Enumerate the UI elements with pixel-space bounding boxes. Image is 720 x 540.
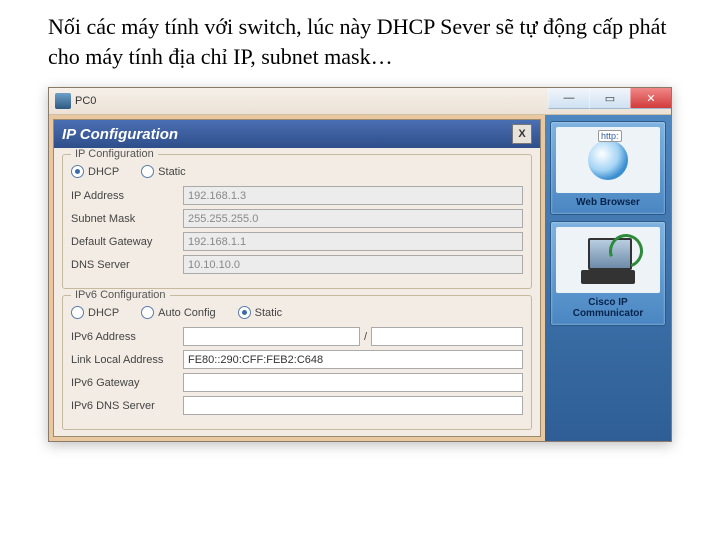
pc0-window: PC0 — ▭ ✕ IP Configuration X IP Configur…: [48, 87, 672, 442]
default-gateway-input[interactable]: [183, 232, 523, 251]
radio-dot-icon: [71, 165, 84, 178]
radio-dot-icon: [141, 165, 154, 178]
window-title: PC0: [75, 95, 96, 107]
left-pane: IP Configuration X IP Configuration DHCP…: [49, 115, 545, 441]
radio-ipv6-static[interactable]: Static: [238, 306, 283, 319]
maximize-button[interactable]: ▭: [589, 88, 630, 109]
prefix-slash: /: [364, 331, 367, 343]
app-cisco-label: Cisco IP Communicator: [556, 297, 660, 320]
subnet-mask-label: Subnet Mask: [71, 213, 183, 225]
close-button[interactable]: ✕: [630, 88, 671, 109]
apps-sidebar: Web Browser Cisco IP Communicator: [545, 115, 671, 441]
dialog-header: IP Configuration X: [54, 120, 540, 148]
radio-static[interactable]: Static: [141, 165, 186, 178]
ipv4-fieldset: IP Configuration DHCP Static IP Address: [62, 154, 532, 289]
dns-server-input[interactable]: [183, 255, 523, 274]
default-gateway-label: Default Gateway: [71, 236, 183, 248]
radio-static-label: Static: [158, 166, 186, 178]
globe-icon: [556, 127, 660, 193]
radio-dot-icon: [141, 306, 154, 319]
app-cisco-ip-communicator[interactable]: Cisco IP Communicator: [550, 221, 666, 326]
radio-dhcp-label: DHCP: [88, 166, 119, 178]
app-icon: [55, 93, 71, 109]
radio-dhcp[interactable]: DHCP: [71, 165, 119, 178]
ipv6-fieldset: IPv6 Configuration DHCP Auto Config S: [62, 295, 532, 430]
ip-config-dialog: IP Configuration X IP Configuration DHCP…: [53, 119, 541, 437]
ipv4-heading: IP Configuration: [71, 148, 158, 160]
ip-address-input[interactable]: [183, 186, 523, 205]
radio-ipv6-dhcp[interactable]: DHCP: [71, 306, 119, 319]
ipv6-prefix-input[interactable]: [371, 327, 523, 346]
ipv6-dns-input[interactable]: [183, 396, 523, 415]
ipv6-gateway-label: IPv6 Gateway: [71, 377, 183, 389]
app-web-browser-label: Web Browser: [556, 197, 660, 209]
radio-ipv6-static-label: Static: [255, 307, 283, 319]
ip-phone-icon: [556, 227, 660, 293]
app-web-browser[interactable]: Web Browser: [550, 121, 666, 215]
dialog-title: IP Configuration: [62, 126, 178, 143]
radio-dot-icon: [71, 306, 84, 319]
ip-address-label: IP Address: [71, 190, 183, 202]
subnet-mask-input[interactable]: [183, 209, 523, 228]
link-local-label: Link Local Address: [71, 354, 183, 366]
dialog-close-button[interactable]: X: [512, 124, 532, 144]
ipv6-gateway-input[interactable]: [183, 373, 523, 392]
dns-server-label: DNS Server: [71, 259, 183, 271]
ipv6-dns-label: IPv6 DNS Server: [71, 400, 183, 412]
radio-dot-icon: [238, 306, 251, 319]
radio-ipv6-auto-label: Auto Config: [158, 307, 215, 319]
ipv6-address-input[interactable]: [183, 327, 360, 346]
minimize-button[interactable]: —: [548, 88, 589, 109]
radio-ipv6-auto[interactable]: Auto Config: [141, 306, 215, 319]
page-caption: Nối các máy tính với switch, lúc này DHC…: [0, 0, 720, 79]
link-local-input[interactable]: [183, 350, 523, 369]
radio-ipv6-dhcp-label: DHCP: [88, 307, 119, 319]
titlebar[interactable]: PC0 — ▭ ✕: [49, 88, 671, 115]
ipv6-address-label: IPv6 Address: [71, 331, 183, 343]
ipv6-heading: IPv6 Configuration: [71, 289, 170, 301]
